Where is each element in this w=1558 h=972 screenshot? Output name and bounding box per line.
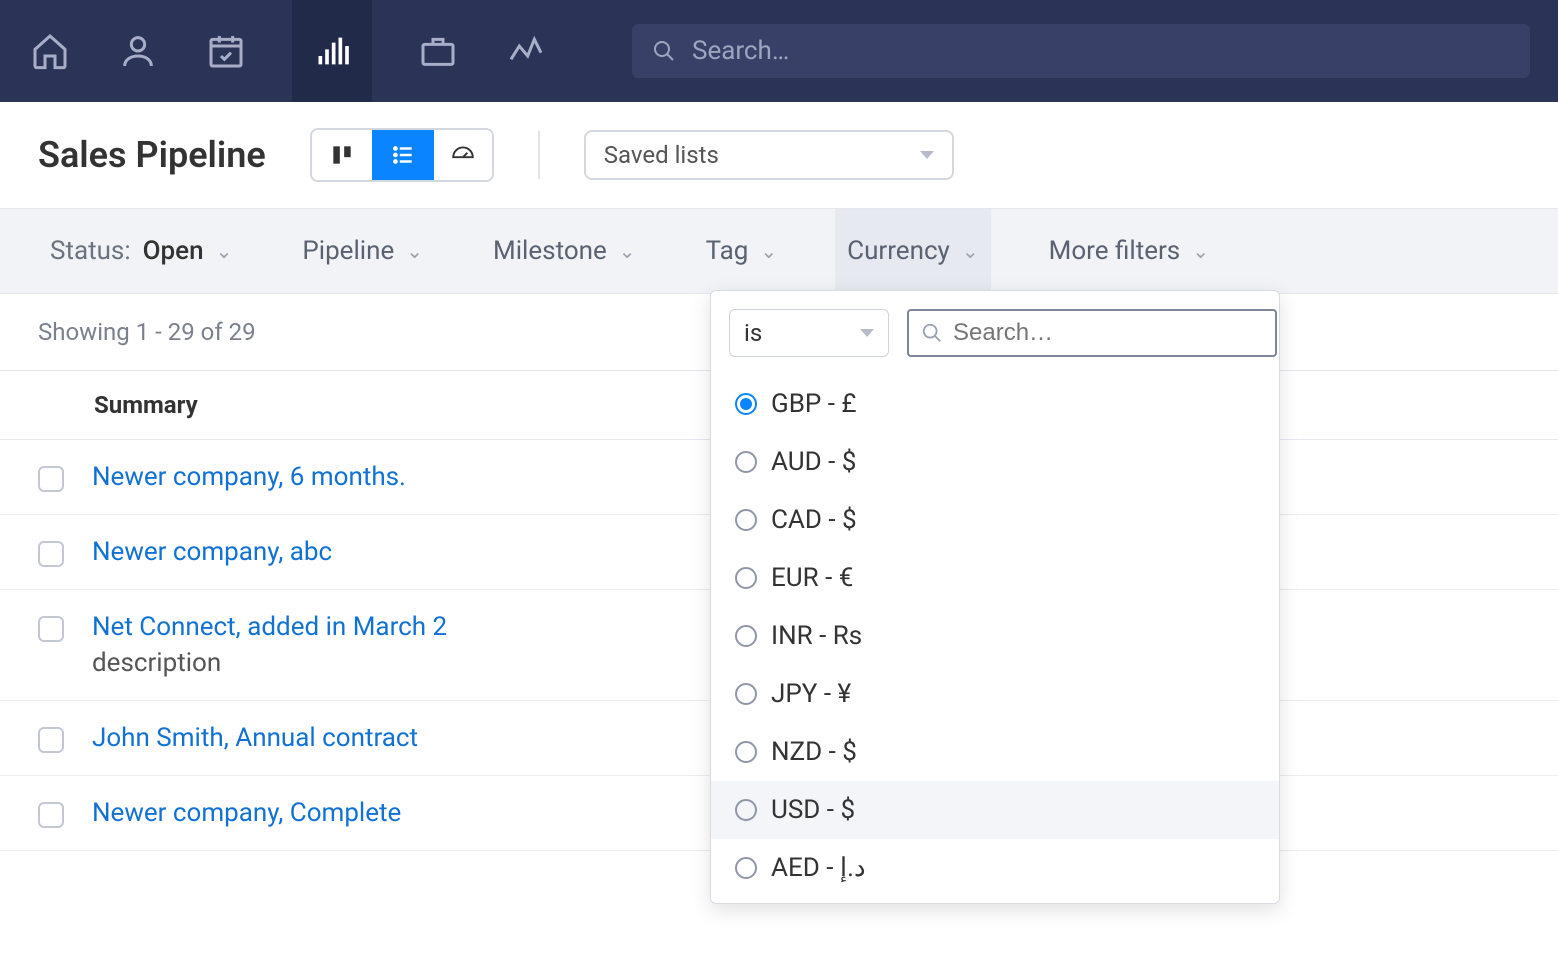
- currency-option-label: CAD - $: [771, 505, 857, 535]
- dropdown-search[interactable]: [907, 309, 1277, 357]
- filter-more[interactable]: More filters ⌄: [1037, 209, 1221, 293]
- chevron-down-icon: [920, 151, 934, 159]
- chevron-down-icon: ⌄: [1192, 239, 1209, 263]
- filter-tag-label: Tag: [706, 236, 749, 266]
- operator-select[interactable]: is: [729, 309, 889, 357]
- row-title[interactable]: Newer company, abc: [92, 537, 332, 567]
- row-description: description: [92, 648, 447, 678]
- search-placeholder: Search…: [692, 36, 789, 66]
- view-list-button[interactable]: [372, 130, 432, 180]
- currency-option[interactable]: CAD - $: [711, 491, 1279, 549]
- currency-dropdown: is GBP - £ AUD - $ CAD - $ EUR - € INR - Rs J…: [710, 290, 1280, 904]
- row-checkbox[interactable]: [38, 727, 64, 753]
- radio-icon: [735, 625, 757, 647]
- radio-icon: [735, 567, 757, 589]
- row-title[interactable]: John Smith, Annual contract: [92, 723, 418, 753]
- saved-lists-label: Saved lists: [604, 141, 719, 169]
- title-row: Sales Pipeline Saved lists: [0, 102, 1558, 208]
- radio-icon: [735, 393, 757, 415]
- currency-option[interactable]: AUD - $: [711, 433, 1279, 491]
- page-title: Sales Pipeline: [38, 134, 266, 176]
- chevron-down-icon: ⌄: [962, 239, 979, 263]
- currency-option-label: GBP - £: [771, 389, 857, 419]
- currency-option-label: USD - $: [771, 795, 855, 825]
- filter-status-value: Open: [143, 236, 204, 266]
- radio-icon: [735, 799, 757, 821]
- filter-milestone-label: Milestone: [493, 236, 607, 266]
- topbar: Search…: [0, 0, 1558, 102]
- currency-option-label: AUD - $: [771, 447, 856, 477]
- row-title[interactable]: Net Connect, added in March 2: [92, 612, 447, 642]
- filter-pipeline[interactable]: Pipeline ⌄: [290, 209, 435, 293]
- home-icon[interactable]: [28, 29, 72, 73]
- row-checkbox[interactable]: [38, 616, 64, 642]
- filter-status-label: Status:: [50, 236, 131, 266]
- currency-option[interactable]: INR - Rs: [711, 607, 1279, 665]
- filter-milestone[interactable]: Milestone ⌄: [481, 209, 648, 293]
- currency-option[interactable]: AED - د.إ: [711, 839, 1279, 897]
- filter-status[interactable]: Status: Open ⌄: [38, 209, 244, 293]
- filter-more-label: More filters: [1049, 236, 1181, 266]
- activity-icon[interactable]: [504, 29, 548, 73]
- currency-option[interactable]: EUR - €: [711, 549, 1279, 607]
- chevron-down-icon: [860, 329, 874, 337]
- radio-icon: [735, 857, 757, 879]
- operator-value: is: [744, 319, 762, 347]
- divider: [538, 131, 540, 179]
- chevron-down-icon: ⌄: [406, 239, 423, 263]
- row-checkbox[interactable]: [38, 541, 64, 567]
- person-icon[interactable]: [116, 29, 160, 73]
- view-toggle: [310, 128, 494, 182]
- search-input[interactable]: Search…: [632, 24, 1530, 78]
- row-title[interactable]: Newer company, 6 months.: [92, 462, 406, 492]
- filter-tag[interactable]: Tag ⌄: [694, 209, 790, 293]
- currency-option[interactable]: JPY - ¥: [711, 665, 1279, 723]
- currency-option-label: EUR - €: [771, 563, 853, 593]
- saved-lists-dropdown[interactable]: Saved lists: [584, 130, 954, 180]
- filter-pipeline-label: Pipeline: [302, 236, 394, 266]
- search-icon: [652, 39, 676, 63]
- currency-option-label: JPY - ¥: [771, 679, 851, 709]
- row-checkbox[interactable]: [38, 466, 64, 492]
- currency-option-label: INR - Rs: [771, 621, 862, 651]
- chevron-down-icon: ⌄: [216, 239, 233, 263]
- chevron-down-icon: ⌄: [760, 239, 777, 263]
- filter-currency[interactable]: Currency ⌄: [835, 209, 990, 293]
- row-title[interactable]: Newer company, Complete: [92, 798, 401, 828]
- view-board-button[interactable]: [312, 130, 372, 180]
- radio-icon: [735, 451, 757, 473]
- chevron-down-icon: ⌄: [619, 239, 636, 263]
- currency-option[interactable]: NZD - $: [711, 723, 1279, 781]
- currency-option[interactable]: GBP - £: [711, 375, 1279, 433]
- currency-option-label: NZD - $: [771, 737, 857, 767]
- calendar-check-icon[interactable]: [204, 29, 248, 73]
- briefcase-icon[interactable]: [416, 29, 460, 73]
- view-dashboard-button[interactable]: [432, 130, 492, 180]
- currency-options-list: GBP - £ AUD - $ CAD - $ EUR - € INR - Rs JPY …: [711, 369, 1279, 903]
- filter-currency-label: Currency: [847, 236, 950, 266]
- radio-icon: [735, 509, 757, 531]
- dropdown-search-input[interactable]: [953, 319, 1263, 347]
- search-icon: [921, 322, 943, 344]
- currency-option[interactable]: USD - $: [711, 781, 1279, 839]
- radio-icon: [735, 741, 757, 763]
- bars-icon[interactable]: [292, 0, 372, 102]
- currency-option-label: AED - د.إ: [771, 853, 866, 883]
- radio-icon: [735, 683, 757, 705]
- filter-bar: Status: Open ⌄ Pipeline ⌄ Milestone ⌄ Ta…: [0, 208, 1558, 294]
- row-checkbox[interactable]: [38, 802, 64, 828]
